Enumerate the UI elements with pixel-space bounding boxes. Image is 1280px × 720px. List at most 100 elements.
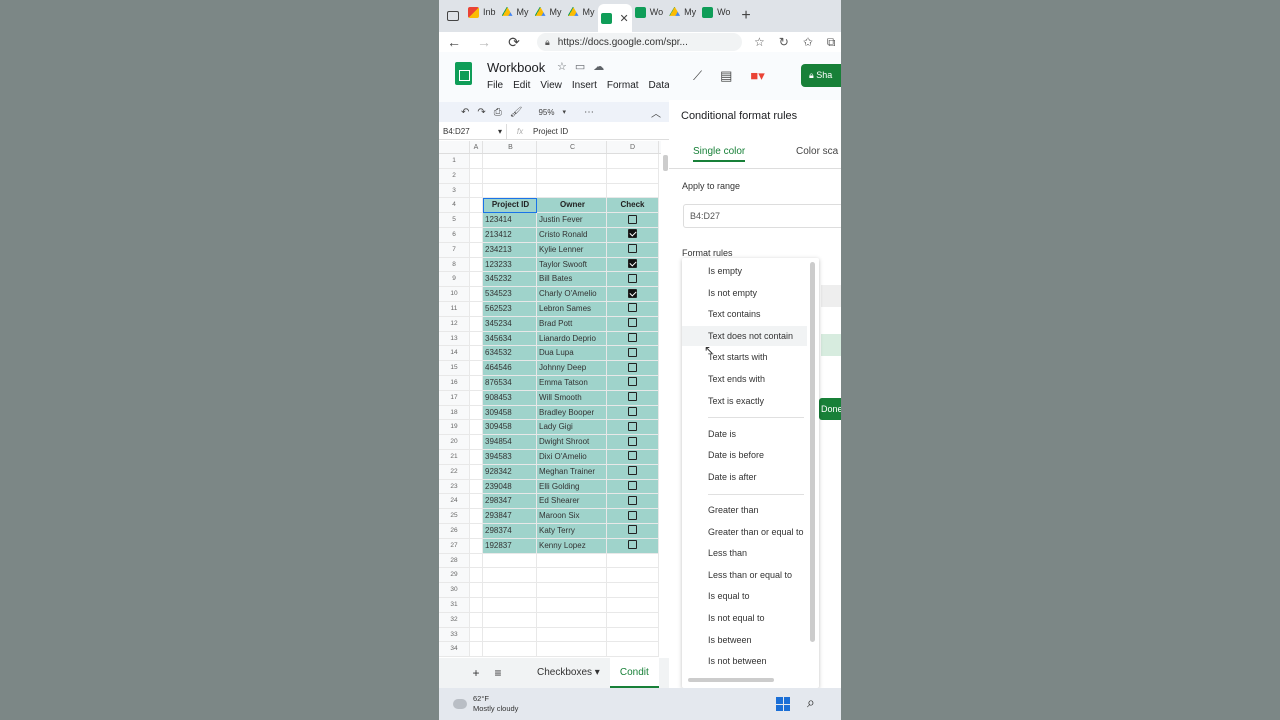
cell[interactable] [537, 168, 607, 184]
undo-icon[interactable]: ↶ [461, 107, 469, 118]
redo-icon[interactable]: ↷ [477, 107, 485, 118]
cell[interactable] [470, 198, 483, 214]
browser-tab[interactable]: Wo [699, 0, 733, 24]
cell-owner[interactable]: Dixi O'Amelio [537, 449, 607, 465]
formatting-style-preview[interactable] [821, 334, 841, 356]
cell[interactable] [483, 154, 537, 169]
cell-project-id[interactable]: 345634 [483, 331, 537, 347]
cell-project-id[interactable]: 345232 [483, 272, 537, 288]
document-title[interactable]: Workbook [487, 60, 545, 75]
cell[interactable] [607, 612, 659, 628]
column-header-a[interactable]: A [470, 141, 483, 153]
cell-owner[interactable]: Cristo Ronald [537, 227, 607, 243]
cell[interactable] [470, 405, 483, 421]
condition-option[interactable]: Greater than [682, 500, 807, 520]
tab-single-color[interactable]: Single color [693, 146, 746, 162]
cell[interactable] [470, 494, 483, 510]
row-number[interactable]: 26 [439, 523, 470, 539]
favorites-icon[interactable]: ✩ [803, 35, 813, 50]
cell[interactable] [470, 553, 483, 569]
new-tab-icon[interactable]: + [741, 7, 750, 25]
collapse-toolbar-icon[interactable]: ︿ [651, 105, 661, 120]
row-number[interactable]: 21 [439, 449, 470, 465]
condition-option[interactable]: Less than [682, 543, 807, 563]
row-number[interactable]: 31 [439, 597, 470, 613]
row-number[interactable]: 11 [439, 301, 470, 317]
spreadsheet-grid[interactable]: A B C D 1 2 3 4 Project ID Owner Check 5 123414 J… [439, 141, 661, 658]
tab-color-scale[interactable]: Color sca [796, 146, 838, 157]
row-number[interactable]: 24 [439, 494, 470, 510]
row-number[interactable]: 34 [439, 642, 470, 658]
cell[interactable] [470, 435, 483, 450]
checkbox[interactable] [628, 392, 637, 402]
cell-check[interactable] [607, 538, 659, 554]
condition-option[interactable]: Is between [682, 630, 807, 650]
cell-project-id[interactable]: 908453 [483, 390, 537, 406]
cell-check[interactable] [607, 523, 659, 539]
cell[interactable] [607, 642, 659, 658]
print-icon[interactable]: ⎙ [494, 107, 502, 118]
cell[interactable] [607, 568, 659, 584]
zoom-dropdown-icon[interactable]: ▾ [563, 108, 567, 116]
row-number[interactable]: 6 [439, 227, 470, 243]
cell[interactable] [537, 642, 607, 658]
cell[interactable] [470, 642, 483, 658]
dropdown-scrollbar[interactable] [810, 262, 815, 642]
checkbox[interactable] [628, 436, 637, 446]
cell-owner[interactable]: Katy Terry [537, 523, 607, 539]
share-button[interactable]: 🔒︎ Sha [801, 64, 841, 87]
checkbox[interactable] [628, 525, 637, 535]
condition-option[interactable]: Is equal to [682, 586, 807, 606]
cell-project-id[interactable]: 634532 [483, 346, 537, 362]
sheets-logo-icon[interactable] [455, 62, 472, 85]
cell-project-id[interactable]: 562523 [483, 301, 537, 317]
checkbox[interactable] [628, 377, 637, 387]
search-icon[interactable]: ⌕ [807, 694, 815, 711]
condition-option[interactable]: Is not between [682, 651, 807, 671]
condition-select[interactable] [821, 285, 841, 307]
more-icon[interactable]: ⋯ [584, 107, 594, 118]
browser-tab[interactable]: Wo [632, 0, 666, 24]
checkbox[interactable] [628, 480, 637, 490]
browser-tab[interactable]: My [532, 0, 565, 24]
cell-project-id[interactable]: 394854 [483, 435, 537, 450]
grid-scrollbar[interactable] [663, 155, 668, 171]
cell-project-id[interactable]: 192837 [483, 538, 537, 554]
checkbox[interactable] [628, 258, 637, 268]
column-header-b[interactable]: B [483, 141, 537, 153]
forward-icon[interactable]: → [469, 34, 499, 50]
cell-project-id[interactable]: 345234 [483, 316, 537, 332]
browser-tab[interactable]: ✕ [597, 4, 632, 32]
cell[interactable] [607, 597, 659, 613]
row-number[interactable]: 19 [439, 420, 470, 436]
row-number[interactable]: 15 [439, 361, 470, 376]
row-number[interactable]: 18 [439, 405, 470, 421]
sheet-tab-conditional[interactable]: Condit [609, 658, 659, 688]
cell[interactable] [470, 597, 483, 613]
cell[interactable] [607, 154, 659, 169]
cell-check[interactable] [607, 227, 659, 243]
checkbox[interactable] [628, 347, 637, 357]
cell-owner[interactable]: Lianardo Deprio [537, 331, 607, 347]
menu-item-file[interactable]: File [487, 80, 503, 91]
checkbox[interactable] [628, 466, 637, 476]
checkbox[interactable] [628, 332, 637, 342]
cell-project-id[interactable]: 394583 [483, 449, 537, 465]
cell[interactable] [470, 538, 483, 554]
cell-owner[interactable]: Bradley Booper [537, 405, 607, 421]
row-number[interactable]: 16 [439, 375, 470, 391]
cell[interactable] [470, 316, 483, 332]
cell[interactable] [607, 183, 659, 199]
close-icon[interactable]: ✕ [620, 12, 629, 25]
cell[interactable] [607, 627, 659, 643]
cell[interactable] [607, 168, 659, 184]
cell-check[interactable] [607, 420, 659, 436]
cell[interactable] [470, 168, 483, 184]
cell-owner[interactable]: Will Smooth [537, 390, 607, 406]
cell-project-id[interactable]: 309458 [483, 405, 537, 421]
activity-icon[interactable]: ⟋ [693, 68, 702, 84]
cell-project-id[interactable]: 213412 [483, 227, 537, 243]
cell[interactable] [537, 568, 607, 584]
row-number[interactable]: 13 [439, 331, 470, 347]
cell-check[interactable] [607, 479, 659, 495]
